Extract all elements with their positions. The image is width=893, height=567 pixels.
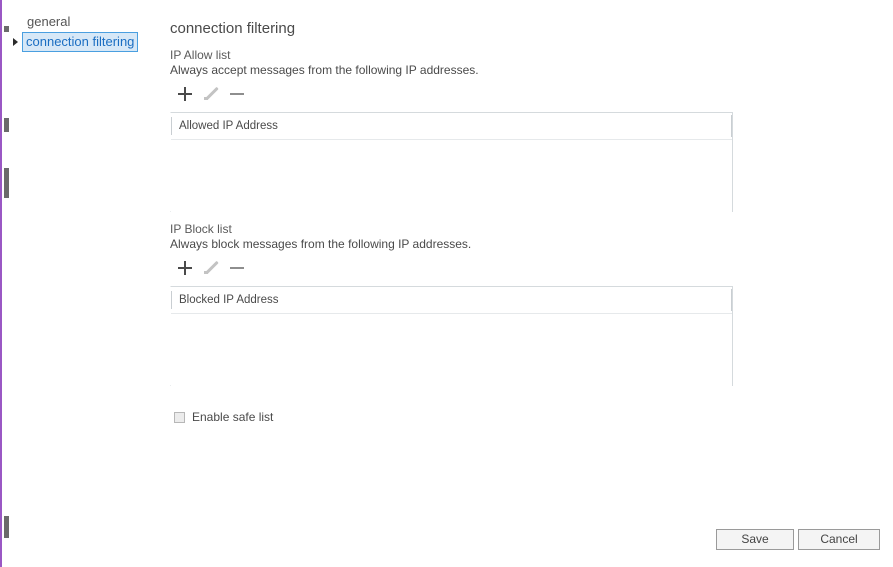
section-description: Always accept messages from the followin… — [170, 63, 479, 77]
block-list-rows[interactable] — [171, 314, 732, 386]
add-icon — [178, 87, 192, 101]
column-separator-icon — [731, 289, 732, 311]
section-description: Always block messages from the following… — [170, 237, 472, 251]
section-ip-block-list: IP Block list Always block messages from… — [170, 222, 870, 386]
footer-actions: Save Cancel — [2, 529, 893, 559]
allow-list-rows[interactable] — [171, 140, 732, 212]
enable-safe-list-checkbox[interactable] — [174, 411, 185, 423]
column-separator-icon — [171, 117, 172, 135]
sidebar-item-connection-filtering-label: connection filtering — [22, 32, 139, 52]
block-list-box[interactable]: Blocked IP Address — [170, 286, 733, 386]
page-title: connection filtering — [170, 20, 296, 37]
block-list-edit-button[interactable] — [200, 257, 222, 279]
block-list-toolbar — [174, 256, 870, 280]
enable-safe-list-row[interactable]: Enable safe list — [174, 410, 870, 424]
save-button[interactable]: Save — [716, 529, 794, 550]
block-list-column-header: Blocked IP Address — [179, 294, 279, 306]
sidebar-item-connection-filtering[interactable]: connection filtering — [12, 32, 162, 52]
main-content: connection filtering IP Allow list Alway… — [170, 20, 870, 424]
section-label: IP Block list — [170, 222, 232, 236]
chevron-right-icon — [13, 38, 18, 46]
edit-pencil-icon — [204, 87, 218, 101]
allow-list-add-button[interactable] — [174, 83, 196, 105]
enable-safe-list-label: Enable safe list — [192, 410, 274, 424]
allow-list-toolbar — [174, 82, 870, 106]
sidebar-item-general[interactable]: general — [12, 12, 162, 32]
block-list-add-button[interactable] — [174, 257, 196, 279]
block-list-header-row: Blocked IP Address — [171, 287, 732, 314]
allow-list-header-row: Allowed IP Address — [171, 113, 732, 140]
edge-marker — [4, 168, 9, 198]
block-list-remove-button[interactable] — [226, 257, 248, 279]
edge-marker — [4, 118, 9, 132]
section-label: IP Allow list — [170, 48, 231, 62]
edge-marker — [4, 26, 9, 32]
column-separator-icon — [731, 115, 732, 137]
allow-list-column-header: Allowed IP Address — [179, 120, 278, 132]
allow-list-edit-button[interactable] — [200, 83, 222, 105]
remove-icon — [230, 267, 244, 269]
allow-list-remove-button[interactable] — [226, 83, 248, 105]
remove-icon — [230, 93, 244, 95]
sidebar: general connection filtering — [12, 12, 162, 52]
sidebar-item-general-label: general — [27, 14, 71, 29]
section-ip-allow-list: IP Allow list Always accept messages fro… — [170, 48, 870, 212]
allow-list-box[interactable]: Allowed IP Address — [170, 112, 733, 212]
app-window: general connection filtering connection … — [0, 0, 893, 567]
cancel-button[interactable]: Cancel — [798, 529, 880, 550]
column-separator-icon — [171, 291, 172, 309]
edit-pencil-icon — [204, 261, 218, 275]
add-icon — [178, 261, 192, 275]
